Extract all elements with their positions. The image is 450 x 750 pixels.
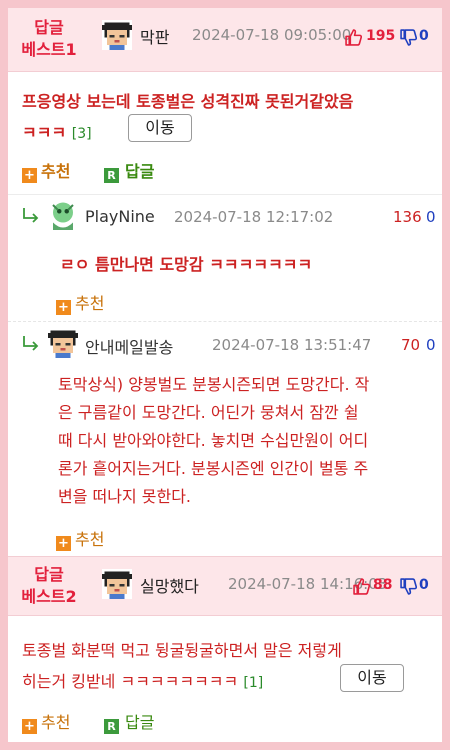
recommend-button[interactable]: + 추천 [56,290,104,315]
divider [8,194,442,195]
comment-body-1: 프응영상 보는데 토종벌은 성격진짜 못된거같았음 ㅋㅋㅋ [3] [22,86,432,150]
reply-r-icon: R [104,719,119,734]
reply-up-count[interactable]: 136 [393,208,422,226]
comment-date: 2024-07-18 09:05:00 [192,26,352,44]
reply-text: 토막상식) 양봉벌도 분봉시즌되면 도망간다. 작 은 구름같이 도망간다. 어… [58,371,438,511]
thumb-down-icon[interactable] [400,29,417,46]
recommend-label: 추천 [75,294,105,313]
best-comment-header-2: 답글 베스트2 실망했다 2024-07-18 14:16:03 88 0 [8,556,442,616]
reply-date: 2024-07-18 12:17:02 [174,208,334,226]
reply-down-count[interactable]: 0 [426,336,436,354]
recommend-label: 추천 [41,162,71,181]
reply-arrow-icon [22,335,40,351]
reply-text-line: 변을 떠나지 못한다. [58,487,192,506]
reply-text: ㄹㅇ 틈만나면 도망감 ㅋㅋㅋㅋㅋㅋㅋ [60,255,313,274]
author-name[interactable]: 막판 [140,24,169,48]
thumb-up-icon[interactable] [353,578,370,595]
avatar[interactable] [48,200,78,230]
comment-text-tail: 히는거 킹받네 ㅋㅋㅋㅋㅋㅋㅋㅋ [22,672,239,691]
reply-label: 답글 [125,713,155,732]
move-button[interactable]: 이동 [340,664,404,692]
best-comment-header-1: 답글 베스트1 막판 2024-07-18 09:05:00 195 0 [8,8,442,72]
thumb-down-icon[interactable] [400,578,417,595]
up-count: 195 [366,28,396,44]
down-count: 0 [419,577,429,593]
best-badge-line1: 답글 [34,565,64,584]
comment-text-line: 프응영상 보는데 토종벌은 성격진짜 못된거같았음 [22,92,354,111]
reply-r-icon: R [104,168,119,183]
recommend-label: 추천 [75,530,105,549]
best-badge-line1: 답글 [34,18,64,37]
reply-text-line: 은 구름같이 도망간다. 어딘가 뭉쳐서 잠깐 쉴 [58,403,359,422]
divider [8,321,442,322]
plus-icon: + [56,300,71,315]
reply-button[interactable]: R 답글 [104,709,154,734]
reply-date: 2024-07-18 13:51:47 [212,336,372,354]
reply-count: [3] [71,126,92,142]
reply-up-count[interactable]: 70 [401,336,420,354]
comment-text-line: 토종벌 화분떡 먹고 뒹굴뒹굴하면서 말은 저렇게 [22,641,342,660]
reply-count: [1] [243,675,264,691]
reply-down-count[interactable]: 0 [426,208,436,226]
reply-button[interactable]: R 답글 [104,158,154,183]
comment-text-line-2: ㅋㅋㅋ [3] [22,117,432,150]
up-count: 88 [373,577,393,593]
avatar[interactable] [102,569,132,599]
best-badge-1: 답글 베스트1 [8,17,90,61]
author-name[interactable]: 실망했다 [140,573,199,597]
plus-icon: + [22,168,37,183]
recommend-button[interactable]: + 추천 [56,526,104,551]
recommend-button[interactable]: + 추천 [22,709,70,734]
reply-label: 답글 [125,162,155,181]
recommend-button[interactable]: + 추천 [22,158,70,183]
reply-author-name[interactable]: 안내메일발송 [85,334,173,358]
reply-text-line: 토막상식) 양봉벌도 분봉시즌되면 도망간다. 작 [58,375,370,394]
best-badge-line2: 베스트1 [21,40,77,59]
move-button[interactable]: 이동 [128,114,192,142]
reply-text-line: 론가 흩어지는거다. 분봉시즌엔 인간이 벌통 주 [58,459,369,478]
down-count: 0 [419,28,429,44]
plus-icon: + [56,536,71,551]
avatar[interactable] [48,328,78,358]
thumb-up-icon[interactable] [345,29,362,46]
reply-author-name[interactable]: PlayNine [85,207,155,226]
plus-icon: + [22,719,37,734]
comment-list: 답글 베스트1 막판 2024-07-18 09:05:00 195 0 프응영… [8,8,442,742]
recommend-label: 추천 [41,713,71,732]
best-badge-2: 답글 베스트2 [8,564,90,608]
reply-arrow-icon [22,207,40,223]
comment-text-tail: ㅋㅋㅋ [22,123,67,142]
avatar[interactable] [102,20,132,50]
best-badge-line2: 베스트2 [21,587,77,606]
reply-text-line: 때 다시 받아와야한다. 놓치면 수십만원이 어디 [58,431,369,450]
